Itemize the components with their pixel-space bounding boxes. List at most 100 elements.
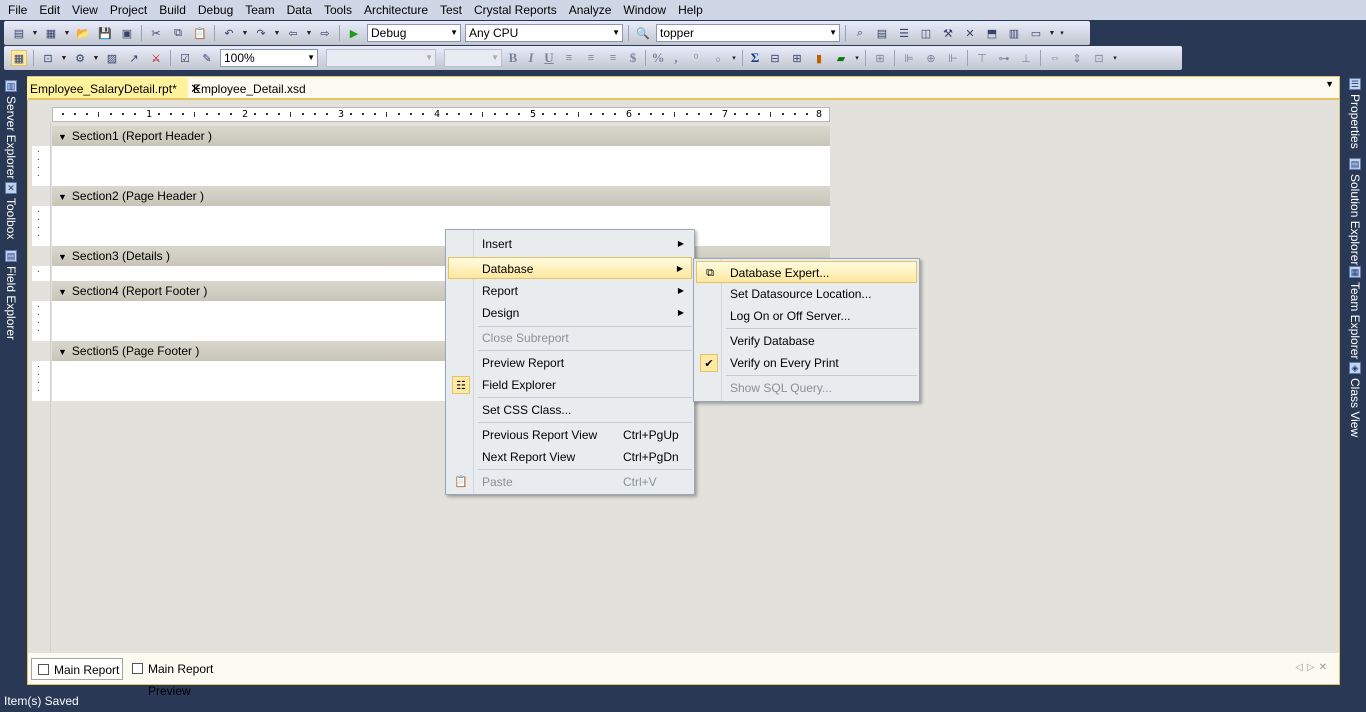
insert-group-icon[interactable]: ⊟ bbox=[767, 50, 783, 66]
format-painter-icon[interactable]: ✎ bbox=[199, 50, 215, 66]
copy-icon[interactable]: ⧉ bbox=[170, 25, 186, 41]
class-view-tab[interactable]: ◈ Class View bbox=[1344, 362, 1366, 437]
toolbar-overflow-icon[interactable]: ▾ bbox=[853, 50, 861, 66]
menu-item-preview-report[interactable]: Preview Report bbox=[448, 352, 692, 374]
menu-item-paste[interactable]: 📋 Paste Ctrl+V bbox=[448, 471, 692, 493]
subreport-dropdown-icon[interactable]: ▼ bbox=[92, 50, 100, 66]
collapse-triangle-icon[interactable]: ▼ bbox=[58, 132, 67, 142]
align-center-icon[interactable]: ≡ bbox=[583, 50, 599, 66]
toolbar-overflow-icon[interactable]: ▾ bbox=[730, 50, 738, 66]
menu-item-verify-on-every-print[interactable]: ✔ Verify on Every Print bbox=[696, 352, 917, 374]
align-bottoms-icon[interactable]: ⊥ bbox=[1018, 50, 1034, 66]
align-lefts-icon[interactable]: ⊫ bbox=[901, 50, 917, 66]
italic-button[interactable]: I bbox=[522, 50, 540, 66]
section-body-page-header[interactable] bbox=[52, 206, 830, 246]
highlighting-expert-icon[interactable]: ☑ bbox=[177, 50, 193, 66]
insert-chart-icon[interactable]: ↗ bbox=[126, 50, 142, 66]
menu-item-database-expert[interactable]: ⧉ Database Expert... bbox=[696, 261, 917, 283]
menu-item-close-subreport[interactable]: Close Subreport bbox=[448, 327, 692, 349]
command-window-icon[interactable]: ▭ bbox=[1028, 25, 1044, 41]
toolbox-tab[interactable]: ✕ Toolbox bbox=[0, 182, 22, 239]
insert-group-section-icon[interactable]: ⊞ bbox=[789, 50, 805, 66]
menu-item-database[interactable]: Database ▶ bbox=[448, 257, 692, 279]
add-item-dropdown-icon[interactable]: ▼ bbox=[63, 25, 71, 41]
menu-file[interactable]: File bbox=[2, 0, 33, 20]
solution-configuration-select[interactable]: Debug ▼ bbox=[367, 24, 461, 42]
menu-item-set-datasource-location[interactable]: Set Datasource Location... bbox=[696, 283, 917, 305]
align-rights-icon[interactable]: ⊩ bbox=[945, 50, 961, 66]
tab-scroll-arrows[interactable]: ◁▷✕ bbox=[1295, 662, 1331, 673]
tab-employee-detail-xsd[interactable]: Employee_Detail.xsd bbox=[190, 78, 306, 100]
insert-cross-tab-icon[interactable]: ⚔ bbox=[148, 50, 164, 66]
menu-format[interactable]: Tools bbox=[318, 0, 358, 20]
menu-item-next-report-view[interactable]: Next Report View Ctrl+PgDn bbox=[448, 446, 692, 468]
save-all-icon[interactable]: ▣ bbox=[119, 25, 135, 41]
properties-tab[interactable]: ☰ Properties bbox=[1344, 78, 1366, 149]
class-view-icon[interactable]: ▥ bbox=[1006, 25, 1022, 41]
collapse-triangle-icon[interactable]: ▼ bbox=[58, 287, 67, 297]
section-body-report-header[interactable] bbox=[52, 146, 830, 186]
field-explorer-tab[interactable]: ▤ Field Explorer bbox=[0, 250, 22, 340]
insert-map-icon[interactable]: ▰ bbox=[833, 50, 849, 66]
properties-icon[interactable]: ☰ bbox=[896, 25, 912, 41]
currency-button[interactable]: $ bbox=[624, 50, 642, 66]
toolbox-icon[interactable]: ⚒ bbox=[940, 25, 956, 41]
command-window-dropdown-icon[interactable]: ▼ bbox=[1048, 25, 1056, 41]
grid-icon[interactable]: ⊞ bbox=[872, 50, 888, 66]
solution-explorer-tab[interactable]: ▤ Solution Explorer bbox=[1344, 158, 1366, 265]
underline-button[interactable]: U bbox=[540, 50, 558, 66]
find-icon[interactable]: ⌕ bbox=[852, 25, 868, 41]
make-same-width-icon[interactable]: ⇔ bbox=[1047, 50, 1063, 66]
insert-summary-button[interactable]: Σ bbox=[746, 50, 764, 66]
tab-main-report[interactable]: Main Report bbox=[31, 658, 123, 680]
menu-item-field-explorer[interactable]: ☷ Field Explorer bbox=[448, 374, 692, 396]
new-project-dropdown-icon[interactable]: ▼ bbox=[31, 25, 39, 41]
redo-icon[interactable]: ↷ bbox=[253, 25, 269, 41]
thousands-separator-button[interactable]: , bbox=[667, 50, 685, 66]
cut-icon[interactable]: ✂ bbox=[148, 25, 164, 41]
start-page-icon[interactable]: ⬒ bbox=[984, 25, 1000, 41]
align-tops-icon[interactable]: ⊤ bbox=[974, 50, 990, 66]
redo-dropdown-icon[interactable]: ▼ bbox=[273, 25, 281, 41]
paste-icon[interactable]: 📋 bbox=[192, 25, 208, 41]
menu-window[interactable]: Help bbox=[672, 0, 709, 20]
align-middles-icon[interactable]: ⊶ bbox=[996, 50, 1012, 66]
insert-subreport-icon[interactable]: ⚙ bbox=[72, 50, 88, 66]
menu-architecture[interactable]: Test bbox=[434, 0, 468, 20]
font-size-select[interactable]: ▼ bbox=[444, 49, 502, 67]
navigate-backward-icon[interactable]: ⇦ bbox=[285, 25, 301, 41]
extension-manager-icon[interactable]: ✕ bbox=[962, 25, 978, 41]
font-select[interactable]: ▼ bbox=[326, 49, 436, 67]
increase-decimals-icon[interactable]: ⁰ bbox=[688, 50, 704, 66]
new-project-icon[interactable]: ▤ bbox=[11, 25, 27, 41]
section-header-page-header[interactable]: ▼ Section2 (Page Header ) bbox=[52, 186, 830, 206]
menu-project[interactable]: Project bbox=[104, 0, 153, 20]
insert-picture-icon[interactable]: ▨ bbox=[104, 50, 120, 66]
align-centers-icon[interactable]: ⊕ bbox=[923, 50, 939, 66]
menu-tools[interactable]: Architecture bbox=[358, 0, 434, 20]
menu-debug[interactable]: Debug bbox=[192, 0, 239, 20]
zoom-select[interactable]: 100% ▼ bbox=[220, 49, 318, 67]
insert-chart-bar-icon[interactable]: ▮ bbox=[811, 50, 827, 66]
save-icon[interactable]: 💾 bbox=[97, 25, 113, 41]
object-browser-icon[interactable]: ◫ bbox=[918, 25, 934, 41]
make-same-size-icon[interactable]: ⊡ bbox=[1091, 50, 1107, 66]
undo-dropdown-icon[interactable]: ▼ bbox=[241, 25, 249, 41]
toggle-field-view-icon[interactable]: ▦ bbox=[11, 50, 27, 66]
menu-item-design[interactable]: Design ▶ bbox=[448, 302, 692, 324]
tab-main-report-preview[interactable]: Main Report Preview bbox=[126, 658, 256, 698]
percent-button[interactable]: % bbox=[649, 50, 667, 66]
menu-edit[interactable]: Edit bbox=[33, 0, 66, 20]
start-debugging-icon[interactable]: ▶ bbox=[346, 25, 362, 41]
server-explorer-tab[interactable]: ▥ Server Explorer bbox=[0, 80, 22, 179]
menu-data[interactable]: Data bbox=[281, 0, 318, 20]
menu-item-previous-report-view[interactable]: Previous Report View Ctrl+PgUp bbox=[448, 424, 692, 446]
undo-icon[interactable]: ↶ bbox=[221, 25, 237, 41]
solution-explorer-icon[interactable]: ▤ bbox=[874, 25, 890, 41]
menu-view[interactable]: View bbox=[66, 0, 104, 20]
toolbar-overflow-icon[interactable]: ▾ bbox=[1111, 50, 1119, 66]
menu-build[interactable]: Build bbox=[153, 0, 192, 20]
align-right-icon[interactable]: ≡ bbox=[605, 50, 621, 66]
bold-button[interactable]: B bbox=[504, 50, 522, 66]
make-same-height-icon[interactable]: ⇕ bbox=[1069, 50, 1085, 66]
